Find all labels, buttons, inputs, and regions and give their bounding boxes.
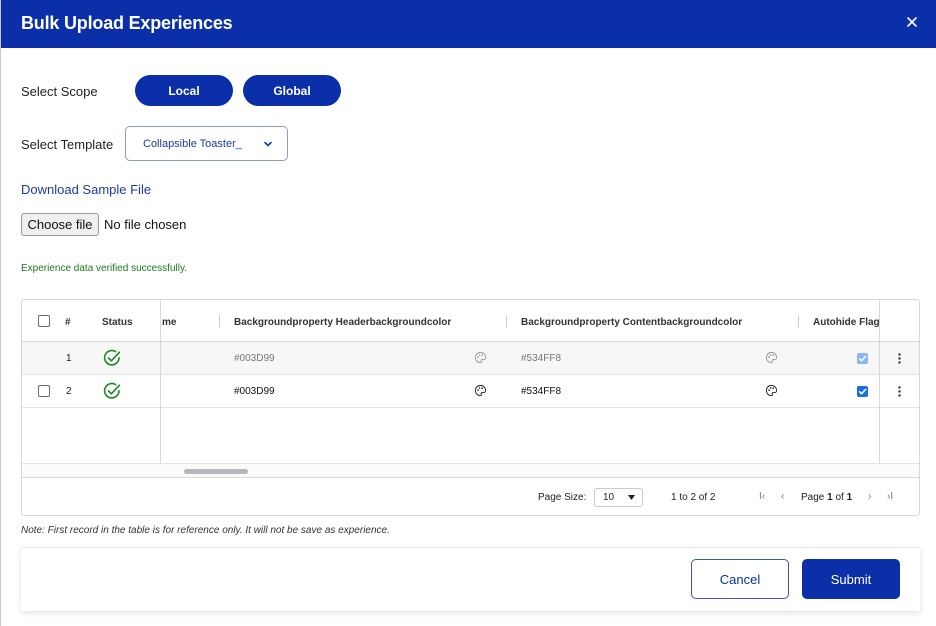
row-select-checkbox[interactable] (38, 385, 50, 397)
scope-global-button[interactable]: Global (243, 75, 341, 106)
column-separator[interactable] (798, 315, 799, 328)
scrollbar-thumb[interactable] (184, 469, 248, 474)
column-separator[interactable] (219, 315, 220, 328)
row-number: 1 (66, 353, 72, 364)
column-header-num: # (65, 317, 71, 328)
dialog-footer: Cancel Submit (21, 547, 920, 611)
page-prefix: Page (801, 492, 825, 503)
palette-icon[interactable] (765, 384, 778, 397)
pinned-column-divider (879, 300, 880, 477)
page-of: of (835, 492, 844, 503)
chevron-down-icon (264, 141, 272, 147)
row-menu-icon[interactable] (898, 353, 901, 364)
autohide-checkbox-checked[interactable] (857, 386, 868, 397)
row-number: 2 (66, 386, 72, 397)
cancel-button[interactable]: Cancel (691, 559, 789, 599)
scope-label: Select Scope (21, 84, 98, 99)
header-bg-value: #003D99 (234, 386, 275, 397)
reference-note: Note: First record in the table is for r… (21, 525, 390, 536)
table-header: # Status me Backgroundproperty Headerbac… (22, 300, 919, 342)
palette-icon[interactable] (474, 384, 487, 397)
page-indicator: Page 1 of 1 (801, 492, 852, 503)
table-row: 2 #003D99 #534FF8 (22, 375, 919, 408)
check-circle-icon (103, 349, 121, 366)
file-status: No file chosen (104, 217, 187, 232)
table-row-reference: 1 #003D99 #534FF8 (22, 342, 919, 375)
current-page: 1 (827, 492, 833, 503)
template-select-value: Collapsible Toaster_ (143, 138, 242, 150)
column-header-content-bg: Backgroundproperty Contentbackgroundcolo… (521, 317, 743, 328)
content-bg-value: #534FF8 (521, 353, 562, 364)
header-bg-value: #003D99 (234, 353, 275, 364)
select-all-checkbox[interactable] (38, 315, 50, 327)
autohide-checkbox-checked (857, 353, 868, 364)
content-bg-value: #534FF8 (521, 386, 562, 397)
column-separator[interactable] (506, 315, 507, 328)
pinned-column-divider (160, 300, 161, 477)
previous-page-icon[interactable]: ‹ (781, 491, 784, 502)
page-range: 1 to 2 of 2 (671, 492, 716, 503)
palette-icon (766, 351, 778, 364)
caret-down-icon (628, 495, 635, 500)
template-label: Select Template (21, 137, 114, 152)
column-header-autohide: Autohide Flag (813, 317, 879, 328)
template-select[interactable]: Collapsible Toaster_ (125, 126, 288, 161)
page-size-value: 10 (603, 492, 615, 503)
total-pages: 1 (846, 492, 853, 503)
bulk-upload-dialog: Bulk Upload Experiences Select Scope Loc… (0, 0, 936, 626)
data-table: # Status me Backgroundproperty Headerbac… (21, 299, 920, 516)
check-circle-icon (103, 382, 121, 399)
verification-message: Experience data verified successfully. (21, 263, 188, 274)
close-icon[interactable] (903, 13, 921, 31)
last-page-icon[interactable]: ›I (887, 491, 893, 502)
download-sample-link[interactable]: Download Sample File (21, 182, 151, 197)
row-menu-icon[interactable] (898, 386, 901, 397)
dialog-header: Bulk Upload Experiences (1, 0, 936, 48)
palette-icon (475, 351, 487, 364)
choose-file-button[interactable]: Choose file (21, 213, 99, 236)
scope-local-button[interactable]: Local (135, 75, 233, 106)
horizontal-scrollbar[interactable] (22, 463, 919, 477)
page-size-select[interactable]: 10 (594, 488, 643, 507)
first-page-icon[interactable]: I‹ (759, 491, 765, 502)
next-page-icon[interactable]: › (868, 491, 871, 502)
dialog-title: Bulk Upload Experiences (21, 13, 233, 33)
column-header-status: Status (102, 317, 133, 328)
page-size-label: Page Size: (538, 492, 587, 503)
column-header-header-bg: Backgroundproperty Headerbackgroundcolor (234, 317, 452, 328)
pagination-bar: Page Size: 10 1 to 2 of 2 I‹ ‹ Page 1 of… (22, 477, 919, 515)
submit-button[interactable]: Submit (802, 559, 900, 599)
column-header-name: me (162, 317, 177, 328)
